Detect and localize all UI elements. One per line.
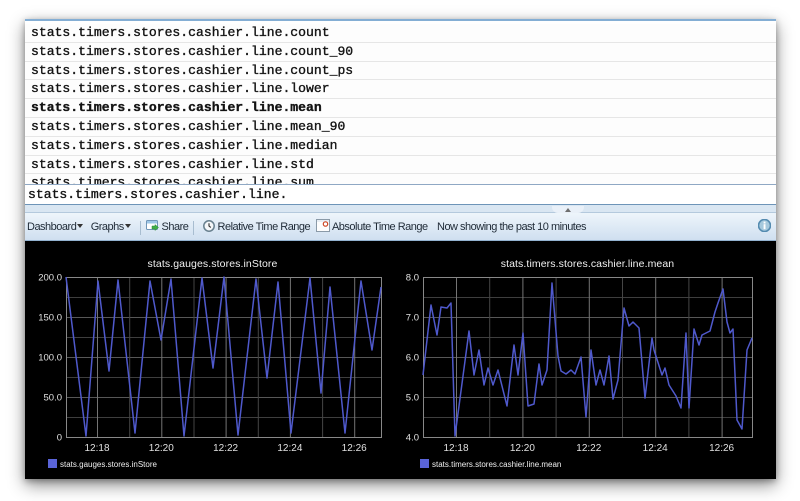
- svg-text:7.0: 7.0: [406, 313, 419, 324]
- svg-text:12:22: 12:22: [213, 443, 238, 454]
- svg-text:12:26: 12:26: [342, 443, 367, 454]
- svg-text:12:22: 12:22: [576, 443, 601, 454]
- svg-text:12:18: 12:18: [84, 443, 109, 454]
- svg-text:12:24: 12:24: [643, 443, 668, 454]
- svg-text:100.0: 100.0: [38, 353, 62, 364]
- svg-text:12:26: 12:26: [709, 443, 734, 454]
- svg-text:4.0: 4.0: [406, 433, 419, 444]
- svg-text:12:20: 12:20: [149, 443, 174, 454]
- svg-text:12:18: 12:18: [443, 443, 468, 454]
- svg-text:stats.gauges.stores.inStore: stats.gauges.stores.inStore: [60, 460, 157, 469]
- svg-text:150.0: 150.0: [38, 313, 62, 324]
- svg-text:12:24: 12:24: [277, 443, 302, 454]
- svg-text:0: 0: [57, 433, 62, 444]
- svg-text:stats.timers.stores.cashier.li: stats.timers.stores.cashier.line.mean: [501, 258, 675, 270]
- svg-text:8.0: 8.0: [406, 273, 419, 284]
- svg-text:stats.timers.stores.cashier.li: stats.timers.stores.cashier.line.mean: [432, 460, 561, 469]
- svg-text:6.0: 6.0: [406, 353, 419, 364]
- svg-text:5.0: 5.0: [406, 393, 419, 404]
- svg-text:12:20: 12:20: [510, 443, 535, 454]
- svg-text:200.0: 200.0: [38, 273, 62, 284]
- svg-text:50.0: 50.0: [44, 393, 63, 404]
- svg-text:stats.gauges.stores.inStore: stats.gauges.stores.inStore: [148, 258, 278, 270]
